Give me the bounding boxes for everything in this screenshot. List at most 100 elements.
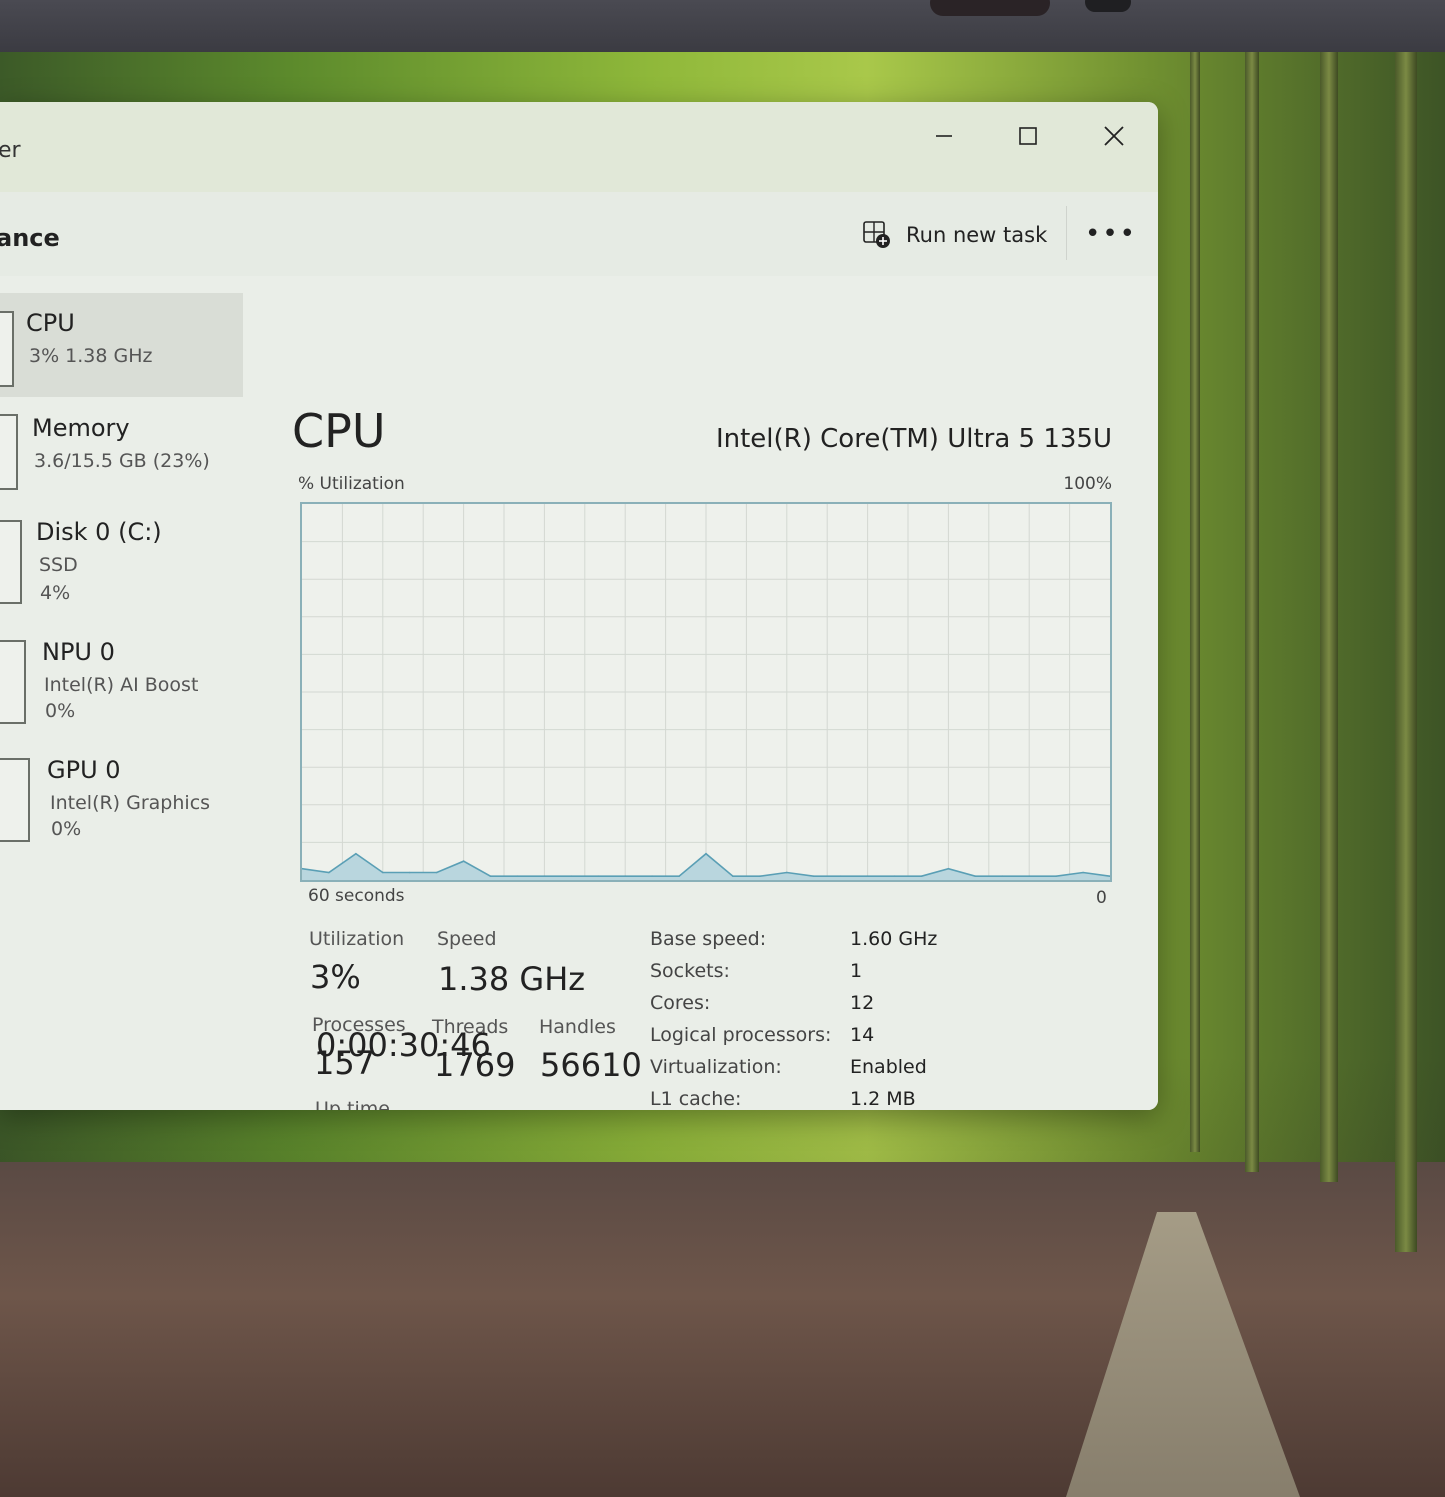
- screen-bezel: [0, 0, 1445, 52]
- toolbar-divider: [1066, 206, 1067, 260]
- toolbar: ance Run new task •••: [0, 192, 1158, 277]
- run-new-task-button[interactable]: Run new task: [862, 214, 1047, 256]
- sidebar-item-title: CPU: [26, 309, 75, 337]
- utilization-point: [920, 875, 923, 877]
- spec-value: 12: [850, 992, 875, 1014]
- utilization-point: [516, 875, 519, 877]
- spec-label: Sockets:: [650, 960, 730, 982]
- handles-label: Handles: [539, 1016, 616, 1038]
- sidebar-item-detail: Intel(R) AI Boost: [44, 674, 199, 696]
- sidebar-item-title: Memory: [32, 414, 130, 442]
- graph-x-left-label: 60 seconds: [308, 886, 405, 906]
- maximize-button[interactable]: [1000, 112, 1056, 160]
- sidebar-item-detail: 3.6/15.5 GB (23%): [34, 450, 210, 472]
- npu-thumbnail-graph: [0, 640, 26, 724]
- sidebar-item-npu[interactable]: NPU 0 Intel(R) AI Boost 0%: [0, 624, 243, 736]
- spec-value: 1.2 MB: [850, 1088, 916, 1110]
- utilization-point: [1028, 875, 1030, 877]
- cpu-model-name: Intel(R) Core(TM) Ultra 5 135U: [715, 424, 1112, 454]
- utilization-point: [786, 871, 788, 874]
- utilization-point: [759, 875, 761, 877]
- run-task-icon: [863, 221, 890, 248]
- utilization-point: [839, 875, 842, 877]
- cpu-utilization-chart: [301, 504, 1111, 880]
- utilization-point: [866, 875, 869, 877]
- title-bar[interactable]: er: [0, 102, 1158, 192]
- spec-label: Virtualization:: [650, 1056, 782, 1078]
- utilization-point: [732, 875, 734, 877]
- spec-value: 1: [850, 960, 863, 982]
- cpu-utilization-graph: [300, 502, 1112, 882]
- utilization-point: [893, 875, 896, 877]
- bamboo-stalk: [1395, 52, 1417, 1252]
- utilization-point: [1082, 871, 1084, 874]
- camera-lens: [1085, 0, 1131, 12]
- sidebar-item-gpu[interactable]: GPU 0 Intel(R) Graphics 0%: [0, 742, 243, 854]
- spec-value: Enabled: [850, 1056, 927, 1078]
- utilization-point: [489, 875, 492, 877]
- utilization-point: [408, 871, 411, 874]
- sidebar-item-detail: Intel(R) Graphics: [50, 792, 211, 814]
- close-button[interactable]: [1086, 112, 1142, 160]
- app-title: er: [0, 138, 21, 163]
- spec-value: 1.60 GHz: [850, 928, 938, 950]
- more-icon: •••: [1085, 219, 1138, 249]
- utilization-point: [597, 875, 600, 877]
- bamboo-stalk: [1245, 52, 1259, 1172]
- sidebar-item-usage: 0%: [51, 818, 82, 840]
- run-new-task-label: Run new task: [906, 223, 1048, 247]
- spec-label: L1 cache:: [650, 1088, 742, 1110]
- utilization-point: [705, 852, 707, 855]
- minimize-icon: [936, 135, 952, 137]
- utilization-point: [1001, 875, 1004, 877]
- utilization-point: [543, 875, 546, 877]
- page-heading: ance: [0, 224, 60, 252]
- utilization-point: [355, 852, 357, 855]
- utilization-point: [382, 871, 384, 874]
- bamboo-stalk: [1190, 52, 1200, 1152]
- graph-x-right-label: 0: [1096, 888, 1107, 908]
- utilization-point: [328, 871, 330, 874]
- spec-value: 14: [850, 1024, 875, 1046]
- camera-housing: [930, 0, 1050, 16]
- speed-label: Speed: [437, 928, 497, 950]
- gpu-thumbnail-graph: [0, 758, 30, 842]
- task-manager-window: er ance Run new task ••• CPU 3% 1.38 GHz…: [0, 102, 1158, 1110]
- utilization-point: [570, 875, 573, 877]
- memory-thumbnail-graph: [0, 414, 18, 490]
- sidebar-item-detail: 3% 1.38 GHz: [29, 345, 153, 367]
- utilization-point: [624, 875, 626, 877]
- utilization-point: [462, 860, 465, 862]
- performance-content: CPU 3% 1.38 GHz Memory 3.6/15.5 GB (23%)…: [0, 276, 1158, 1110]
- utilization-point: [812, 875, 815, 877]
- utilization-label: Utilization: [309, 928, 405, 950]
- utilization-point: [974, 875, 977, 877]
- spec-label: Logical processors:: [650, 1024, 832, 1046]
- utilization-point: [678, 875, 680, 877]
- bamboo-stalk: [1320, 52, 1338, 1182]
- utilization-value: 3%: [310, 958, 361, 996]
- more-options-button[interactable]: •••: [1085, 214, 1138, 254]
- page-title: CPU: [292, 404, 386, 458]
- graph-y-label: % Utilization: [298, 474, 405, 494]
- sidebar-item-usage: 0%: [45, 700, 76, 722]
- sidebar-item-memory[interactable]: Memory 3.6/15.5 GB (23%): [0, 400, 243, 504]
- uptime-value: 0:00:30:46: [316, 1026, 491, 1064]
- uptime-label: Up time: [315, 1098, 390, 1110]
- speed-value: 1.38 GHz: [438, 960, 586, 998]
- spec-label: Base speed:: [650, 928, 767, 950]
- sidebar-item-usage: 4%: [40, 582, 71, 604]
- utilization-point: [947, 867, 950, 870]
- graph-y-max-label: 100%: [1063, 474, 1112, 494]
- handles-value: 56610: [540, 1046, 642, 1084]
- cpu-thumbnail-graph: [0, 311, 14, 387]
- minimize-button[interactable]: [916, 112, 972, 160]
- utilization-point: [651, 875, 653, 877]
- sidebar-item-disk[interactable]: Disk 0 (C:) SSD 4%: [0, 504, 243, 616]
- utilization-point: [435, 871, 438, 874]
- disk-thumbnail-graph: [0, 520, 22, 604]
- sidebar-item-cpu[interactable]: CPU 3% 1.38 GHz: [0, 293, 243, 397]
- sidebar-item-detail: SSD: [39, 554, 78, 576]
- sidebar-item-title: GPU 0: [47, 756, 121, 784]
- maximize-icon: [1019, 127, 1037, 145]
